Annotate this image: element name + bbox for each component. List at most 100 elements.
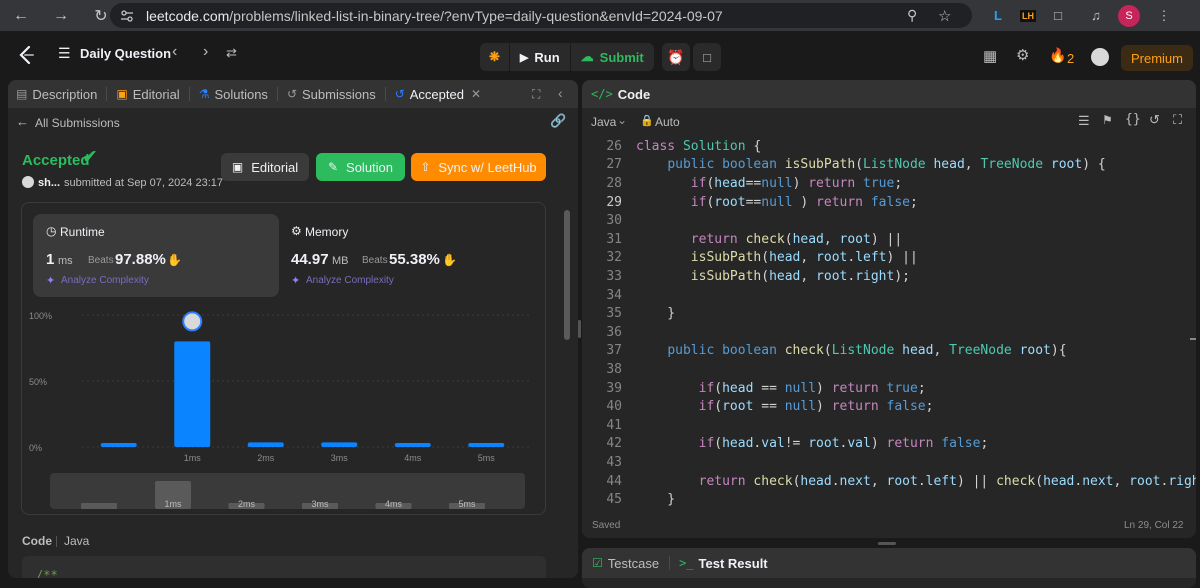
user-avatar[interactable]: [1091, 48, 1109, 66]
vertical-splitter-handle[interactable]: [578, 320, 581, 338]
code-line[interactable]: 34: [582, 286, 622, 305]
code-line[interactable]: 43: [582, 453, 622, 472]
code-line[interactable]: 30: [582, 211, 622, 230]
back-arrow-icon[interactable]: ←: [10, 5, 32, 27]
auto-mode-label[interactable]: Auto: [655, 115, 680, 129]
tab-editorial[interactable]: ▣ Editorial: [107, 80, 188, 108]
next-problem-icon[interactable]: ›: [203, 43, 208, 61]
collapse-panel-icon[interactable]: ‹: [558, 85, 563, 101]
address-bar[interactable]: leetcode.com/problems/linked-list-in-bin…: [110, 3, 972, 28]
memory-analyze-link[interactable]: Analyze Complexity: [306, 275, 394, 286]
code-editor[interactable]: 26 class Solution {27 public boolean isSu…: [582, 137, 1196, 507]
memory-beats-value: 55.38%: [389, 251, 440, 268]
chart-bar[interactable]: [247, 442, 284, 447]
y-tick-label: 100%: [29, 311, 52, 321]
site-info-icon[interactable]: [120, 9, 134, 23]
debug-button[interactable]: ❋: [480, 43, 509, 71]
tab-submissions[interactable]: ↺ Submissions: [278, 80, 385, 108]
chart-bar[interactable]: [394, 443, 431, 447]
shuffle-icon[interactable]: ⇄: [226, 45, 237, 61]
timer-button[interactable]: ⏰: [662, 43, 690, 71]
submitter-name[interactable]: sh...: [38, 177, 60, 189]
fullscreen-icon[interactable]: ⛶: [1173, 112, 1182, 128]
code-line[interactable]: 39 if(head == null) return true;: [582, 379, 925, 398]
line-number: 39: [606, 380, 622, 396]
tab-solutions[interactable]: ⚗ Solutions: [190, 80, 277, 108]
language-select[interactable]: Java: [591, 115, 616, 129]
runtime-analyze-link[interactable]: Analyze Complexity: [61, 275, 149, 286]
reload-icon[interactable]: ↻: [90, 5, 112, 27]
bookmark-icon[interactable]: ⚑: [1102, 113, 1113, 127]
line-number: 42: [606, 436, 622, 452]
overview-tick-label: 4ms: [385, 499, 403, 509]
reset-icon[interactable]: ↺: [1149, 112, 1160, 128]
runtime-distribution-chart[interactable]: 100% 50% 0% 1ms 2ms 3ms 4ms 5ms 1ms 2ms 3ms 4ms 5ms: [22, 307, 545, 517]
tab-test-result[interactable]: Test Result: [699, 556, 768, 571]
horizontal-splitter-handle[interactable]: [878, 542, 896, 545]
code-line[interactable]: 42 if(head.val!= root.val) return false;: [582, 435, 988, 454]
solution-button[interactable]: ✎ Solution: [316, 153, 405, 181]
code-line[interactable]: 31 return check(head, root) ||: [582, 230, 902, 249]
zoom-icon[interactable]: ⚲: [907, 7, 917, 24]
chart-bar[interactable]: [100, 443, 137, 447]
prev-problem-icon[interactable]: ‹: [172, 43, 177, 61]
chart-bar[interactable]: [468, 443, 505, 447]
sync-leethub-button[interactable]: ⇧ Sync w/ LeetHub: [411, 153, 546, 181]
tab-description[interactable]: ▤ Description: [8, 80, 106, 108]
line-number: 41: [606, 417, 622, 433]
overview-tick-label: 1ms: [164, 499, 182, 509]
y-tick-label: 0%: [29, 443, 42, 453]
code-line[interactable]: 45 }: [582, 490, 675, 507]
code-line[interactable]: 41: [582, 416, 622, 435]
left-scrollbar[interactable]: [564, 210, 570, 340]
tab-accepted[interactable]: ↺ Accepted ✕: [386, 80, 490, 108]
memory-card[interactable]: ⚙ Memory 44.97 MB Beats 55.38% ✋ ✦ Analy…: [290, 214, 536, 297]
code-line[interactable]: 28 if(head==null) return true;: [582, 174, 902, 193]
braces-icon[interactable]: {}: [1125, 112, 1141, 127]
streak-fire-icon[interactable]: 🔥: [1049, 47, 1066, 64]
media-control-icon[interactable]: ♫: [1086, 6, 1106, 26]
code-line[interactable]: 35 }: [582, 304, 675, 323]
code-line[interactable]: 29 if(root==null ) return false;: [582, 193, 917, 212]
close-tab-icon[interactable]: ✕: [471, 87, 481, 101]
problem-list-title[interactable]: Daily Question: [80, 46, 171, 61]
code-line[interactable]: 26 class Solution {: [582, 137, 761, 156]
history-icon: ↺: [286, 87, 297, 101]
code-line[interactable]: 38: [582, 360, 622, 379]
runtime-card[interactable]: ◷ Runtime 1 ms Beats 97.88% ✋ ✦ Analyze …: [33, 214, 279, 297]
run-button[interactable]: ▶ Run: [508, 43, 570, 71]
premium-button[interactable]: Premium: [1121, 45, 1193, 71]
browser-menu-icon[interactable]: ⋮: [1154, 6, 1174, 26]
maximize-icon[interactable]: ⛶: [532, 87, 540, 102]
settings-gear-icon[interactable]: ⚙: [1016, 46, 1029, 64]
problem-list-icon[interactable]: ☰: [58, 45, 71, 62]
code-line[interactable]: 44 return check(head.next, root.left) ||…: [582, 472, 1196, 491]
editorial-button[interactable]: ▣ Editorial: [221, 153, 309, 181]
format-icon[interactable]: ☰: [1078, 113, 1090, 129]
chart-bar[interactable]: [174, 341, 211, 447]
code-line[interactable]: 37 public boolean check(ListNode head, T…: [582, 342, 1066, 361]
extension-l-icon[interactable]: L: [988, 6, 1008, 26]
line-number: 38: [606, 361, 622, 377]
submit-button[interactable]: ☁ Submit: [569, 43, 654, 71]
tab-testcase[interactable]: Testcase: [608, 556, 659, 571]
back-arrow-icon[interactable]: ←: [16, 114, 29, 129]
profile-avatar[interactable]: S: [1118, 4, 1140, 27]
code-line[interactable]: 33 isSubPath(head, root.right);: [582, 267, 910, 286]
chart-bar[interactable]: [321, 442, 358, 447]
leetcode-logo[interactable]: [16, 44, 36, 66]
chevron-down-icon[interactable]: ⌄: [617, 113, 627, 127]
layout-grid-icon[interactable]: ▦: [983, 47, 997, 65]
code-line[interactable]: 27 public boolean isSubPath(ListNode hea…: [582, 156, 1105, 175]
forward-arrow-icon[interactable]: →: [50, 5, 72, 27]
line-number: 36: [606, 324, 622, 340]
extensions-puzzle-icon[interactable]: □: [1048, 6, 1068, 26]
code-line[interactable]: 40 if(root == null) return false;: [582, 397, 933, 416]
all-submissions-link[interactable]: All Submissions: [35, 116, 120, 130]
notes-button[interactable]: □: [693, 43, 721, 71]
bookmark-star-icon[interactable]: ☆: [938, 7, 951, 25]
code-line[interactable]: 36: [582, 323, 622, 342]
code-line[interactable]: 32 isSubPath(head, root.left) ||: [582, 249, 917, 268]
extension-lh-icon[interactable]: LH: [1020, 6, 1036, 26]
link-icon[interactable]: 🔗: [550, 113, 566, 129]
